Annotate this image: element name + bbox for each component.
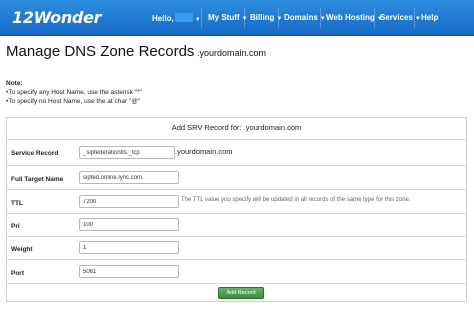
note-line: •To specify no Host Name, use the at cha…: [6, 98, 141, 105]
row-ttl: TTL The TTL value you specify will be up…: [7, 190, 466, 214]
add-record-button[interactable]: Add Record: [218, 287, 264, 299]
row-pri: Pri: [7, 214, 466, 237]
add-srv-record-form: Add SRV Record for: .yourdomain.com Serv…: [6, 117, 467, 302]
pri-input[interactable]: [79, 218, 179, 231]
ttl-hint: The TTL value you specify will be update…: [181, 197, 411, 203]
nav-my-stuff[interactable]: My Stuff ▼: [208, 13, 248, 22]
note-line: •To specify any Host Name, use the aster…: [6, 89, 142, 96]
weight-label: Weight: [11, 246, 33, 253]
full-target-name-label: Full Target Name: [11, 176, 64, 183]
site-logo[interactable]: 12Wonder: [12, 8, 102, 27]
page-title-domain: .yourdomain.com: [194, 48, 266, 58]
service-record-input[interactable]: [79, 146, 175, 159]
nav-label: Help: [421, 13, 439, 22]
nav-help[interactable]: Help: [421, 13, 438, 22]
nav-label: Hello,: [152, 14, 174, 23]
pri-label: Pri: [11, 223, 20, 230]
note-heading: Note:: [6, 80, 23, 87]
row-service-record: Service Record .yourdomain.com: [7, 140, 466, 166]
service-record-label: Service Record: [11, 150, 59, 157]
nav-label: Domains: [284, 13, 318, 22]
nav-divider: [374, 8, 375, 28]
nav-divider: [278, 8, 279, 28]
nav-divider: [414, 8, 415, 28]
port-input[interactable]: [79, 265, 179, 278]
nav-divider: [244, 8, 245, 28]
nav-label: Billing: [250, 13, 275, 22]
form-title: Add SRV Record for: .yourdomain.com: [7, 118, 466, 140]
redacted-username: [174, 13, 193, 22]
chevron-down-icon: ▼: [194, 17, 201, 23]
nav-label: Services: [380, 13, 413, 22]
page-title-text: Manage DNS Zone Records: [6, 43, 195, 60]
ttl-input[interactable]: [79, 195, 179, 208]
nav-label: Web Hosting: [326, 13, 375, 22]
page-title: Manage DNS Zone Records .yourdomain.com: [6, 43, 266, 60]
row-weight: Weight: [7, 237, 466, 260]
nav-label: My Stuff: [208, 13, 240, 22]
nav-divider: [320, 8, 321, 28]
chevron-down-icon: ▼: [414, 16, 421, 22]
row-port: Port: [7, 260, 466, 284]
port-label: Port: [11, 270, 24, 277]
nav-divider: [201, 8, 202, 28]
note-box: Note: •To specify any Host Name, use the…: [6, 79, 142, 106]
ttl-label: TTL: [11, 200, 23, 207]
nav-account-menu[interactable]: Hello, ▼: [152, 13, 201, 23]
top-navbar: 12Wonder Hello, ▼ My Stuff ▼ Billing ▼ Doma…: [0, 0, 474, 36]
row-full-target-name: Full Target Name: [7, 166, 466, 190]
weight-input[interactable]: [79, 241, 179, 254]
service-record-domain-suffix: .yourdomain.com: [175, 147, 233, 156]
full-target-name-input[interactable]: [79, 171, 179, 184]
